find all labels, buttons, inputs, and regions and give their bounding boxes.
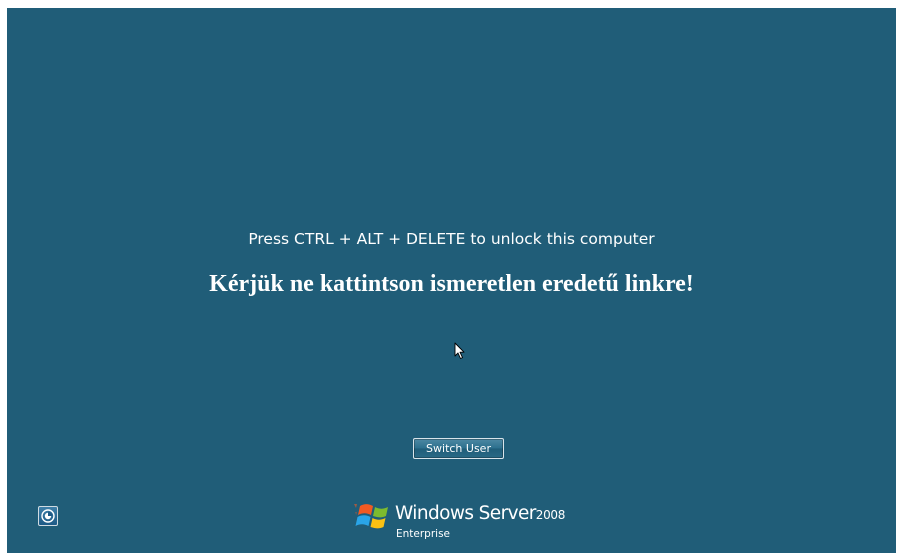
windows-server-logo: Windows Server2008 Enterprise	[354, 496, 594, 546]
unlock-prompt: Press CTRL + ALT + DELETE to unlock this…	[248, 230, 655, 248]
switch-user-button[interactable]: Switch User	[413, 438, 504, 459]
lock-screen: Press CTRL + ALT + DELETE to unlock this…	[7, 8, 896, 553]
product-name-text: Windows Server	[395, 503, 536, 524]
ease-of-access-icon	[41, 509, 55, 523]
product-name: Windows Server2008	[395, 503, 565, 524]
ease-of-access-button[interactable]	[38, 506, 58, 526]
product-version: 2008	[535, 508, 566, 522]
warning-notice: Kérjük ne kattintson ismeretlen eredetű …	[209, 271, 694, 297]
mouse-pointer-icon	[454, 342, 465, 359]
windows-flag-icon	[354, 504, 388, 529]
product-edition: Enterprise	[396, 528, 451, 540]
